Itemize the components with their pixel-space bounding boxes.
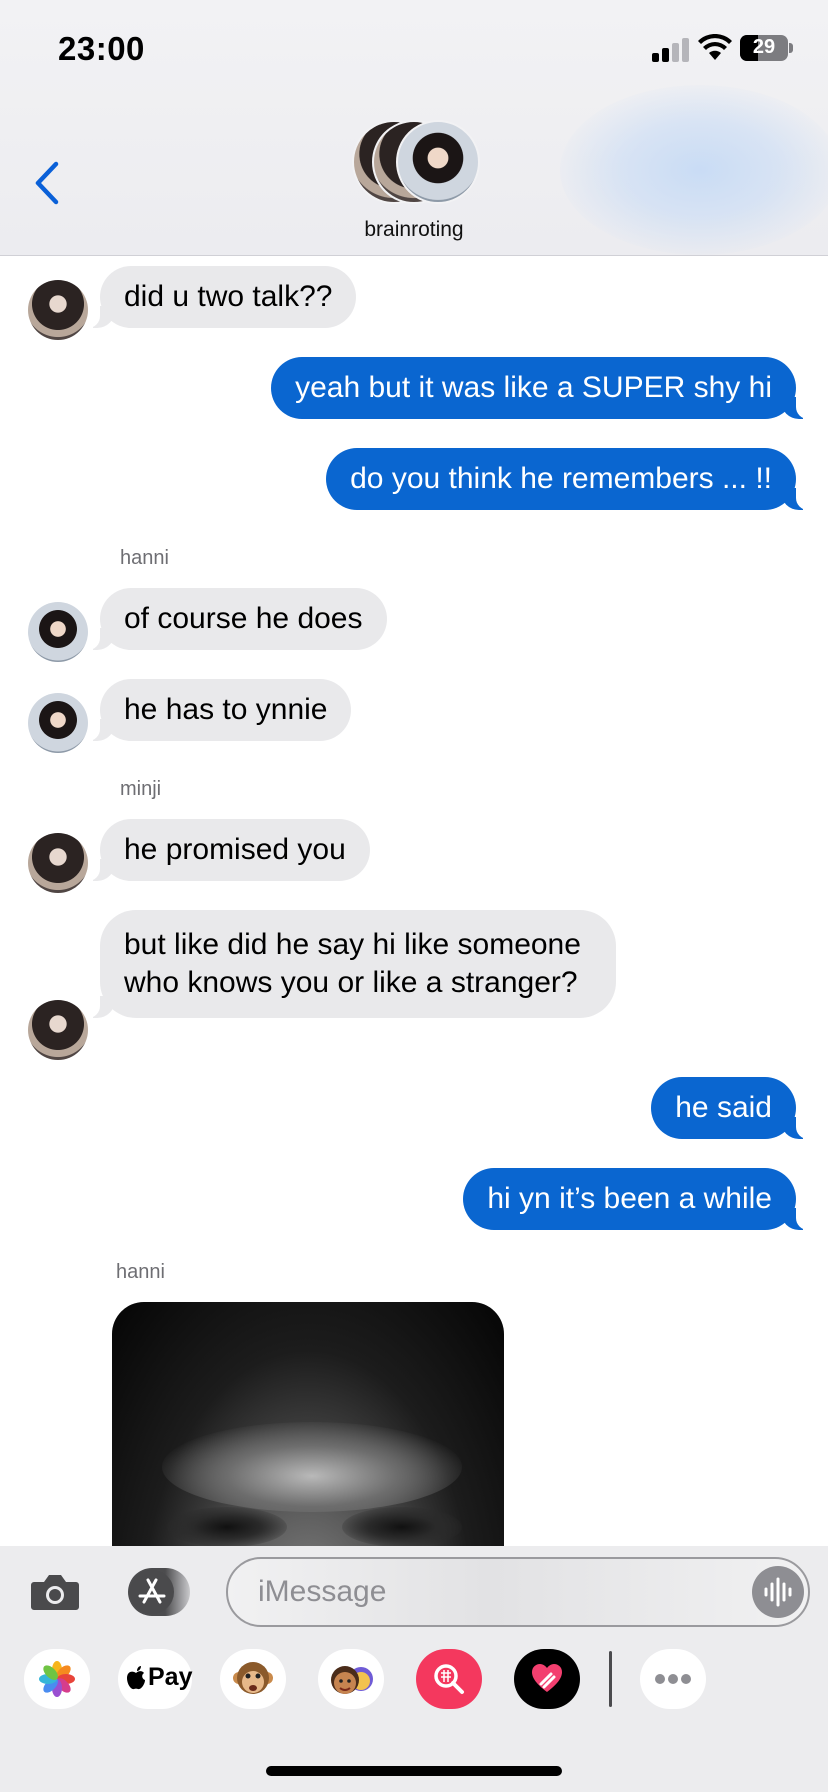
avatar[interactable] (28, 280, 88, 340)
battery-icon: 29 (740, 35, 788, 61)
app-store-button[interactable] (128, 1568, 190, 1616)
image-detail (167, 1507, 287, 1547)
conversation-header: 23:00 29 brainroting (0, 0, 828, 256)
sender-name: minji (120, 778, 162, 800)
avatar[interactable] (28, 833, 88, 893)
image-search-button[interactable] (416, 1649, 482, 1709)
message-bubble-incoming[interactable]: of course he does (88, 588, 387, 650)
image-detail (162, 1422, 462, 1512)
message-input-placeholder: iMessage (258, 1575, 387, 1608)
wifi-icon (698, 34, 732, 60)
group-name[interactable]: brainroting (0, 218, 828, 242)
animoji-button[interactable] (220, 1649, 286, 1709)
tray-divider (609, 1651, 612, 1707)
cellular-signal-icon (652, 36, 690, 62)
message-bubble-outgoing[interactable]: yeah but it was like a SUPER shy hi (271, 357, 808, 419)
message-bubble-incoming[interactable]: did u two talk?? (87, 266, 357, 328)
memoji-icon (331, 1666, 373, 1694)
memoji-button[interactable] (318, 1649, 384, 1709)
battery-level: 29 (752, 36, 776, 58)
image-detail (342, 1507, 462, 1547)
app-store-icon (138, 1578, 166, 1604)
message-bubble-incoming[interactable]: he promised you (88, 819, 370, 881)
photos-app-button[interactable] (24, 1649, 90, 1709)
more-apps-button[interactable] (640, 1649, 706, 1709)
message-bubble-incoming[interactable]: he has to ynnie (87, 679, 352, 741)
digital-touch-button[interactable] (514, 1649, 580, 1709)
more-icon (655, 1674, 691, 1684)
group-avatar-3 (396, 120, 480, 204)
message-bubble-outgoing[interactable]: he said (651, 1077, 808, 1139)
sender-name: hanni (120, 547, 169, 569)
message-bubble-outgoing[interactable]: hi yn it’s been a while (463, 1168, 808, 1230)
photos-icon (39, 1661, 75, 1697)
battery-cap (789, 43, 793, 53)
apple-pay-button[interactable]: Pay (118, 1649, 192, 1709)
message-bubble-incoming[interactable]: but like did he say hi like someone who … (88, 910, 616, 1018)
animoji-icon (233, 1662, 273, 1694)
group-avatar-stack[interactable] (352, 120, 480, 204)
avatar[interactable] (28, 602, 88, 662)
camera-icon[interactable] (30, 1572, 80, 1612)
apple-pay-label: Pay (148, 1663, 193, 1691)
home-indicator[interactable] (266, 1766, 562, 1776)
message-bubble-outgoing[interactable]: do you think he remembers ... !! (326, 448, 808, 510)
message-input[interactable]: iMessage (226, 1557, 810, 1627)
digital-touch-icon (532, 1664, 562, 1692)
waveform-icon (764, 1577, 792, 1607)
search-images-icon (434, 1664, 464, 1694)
avatar[interactable] (28, 693, 88, 753)
status-time: 23:00 (58, 30, 145, 67)
audio-message-button[interactable] (752, 1566, 804, 1618)
avatar[interactable] (28, 1000, 88, 1060)
back-chevron-icon[interactable] (32, 160, 62, 206)
sender-name: hanni (116, 1261, 165, 1283)
apple-logo-icon (127, 1666, 145, 1690)
